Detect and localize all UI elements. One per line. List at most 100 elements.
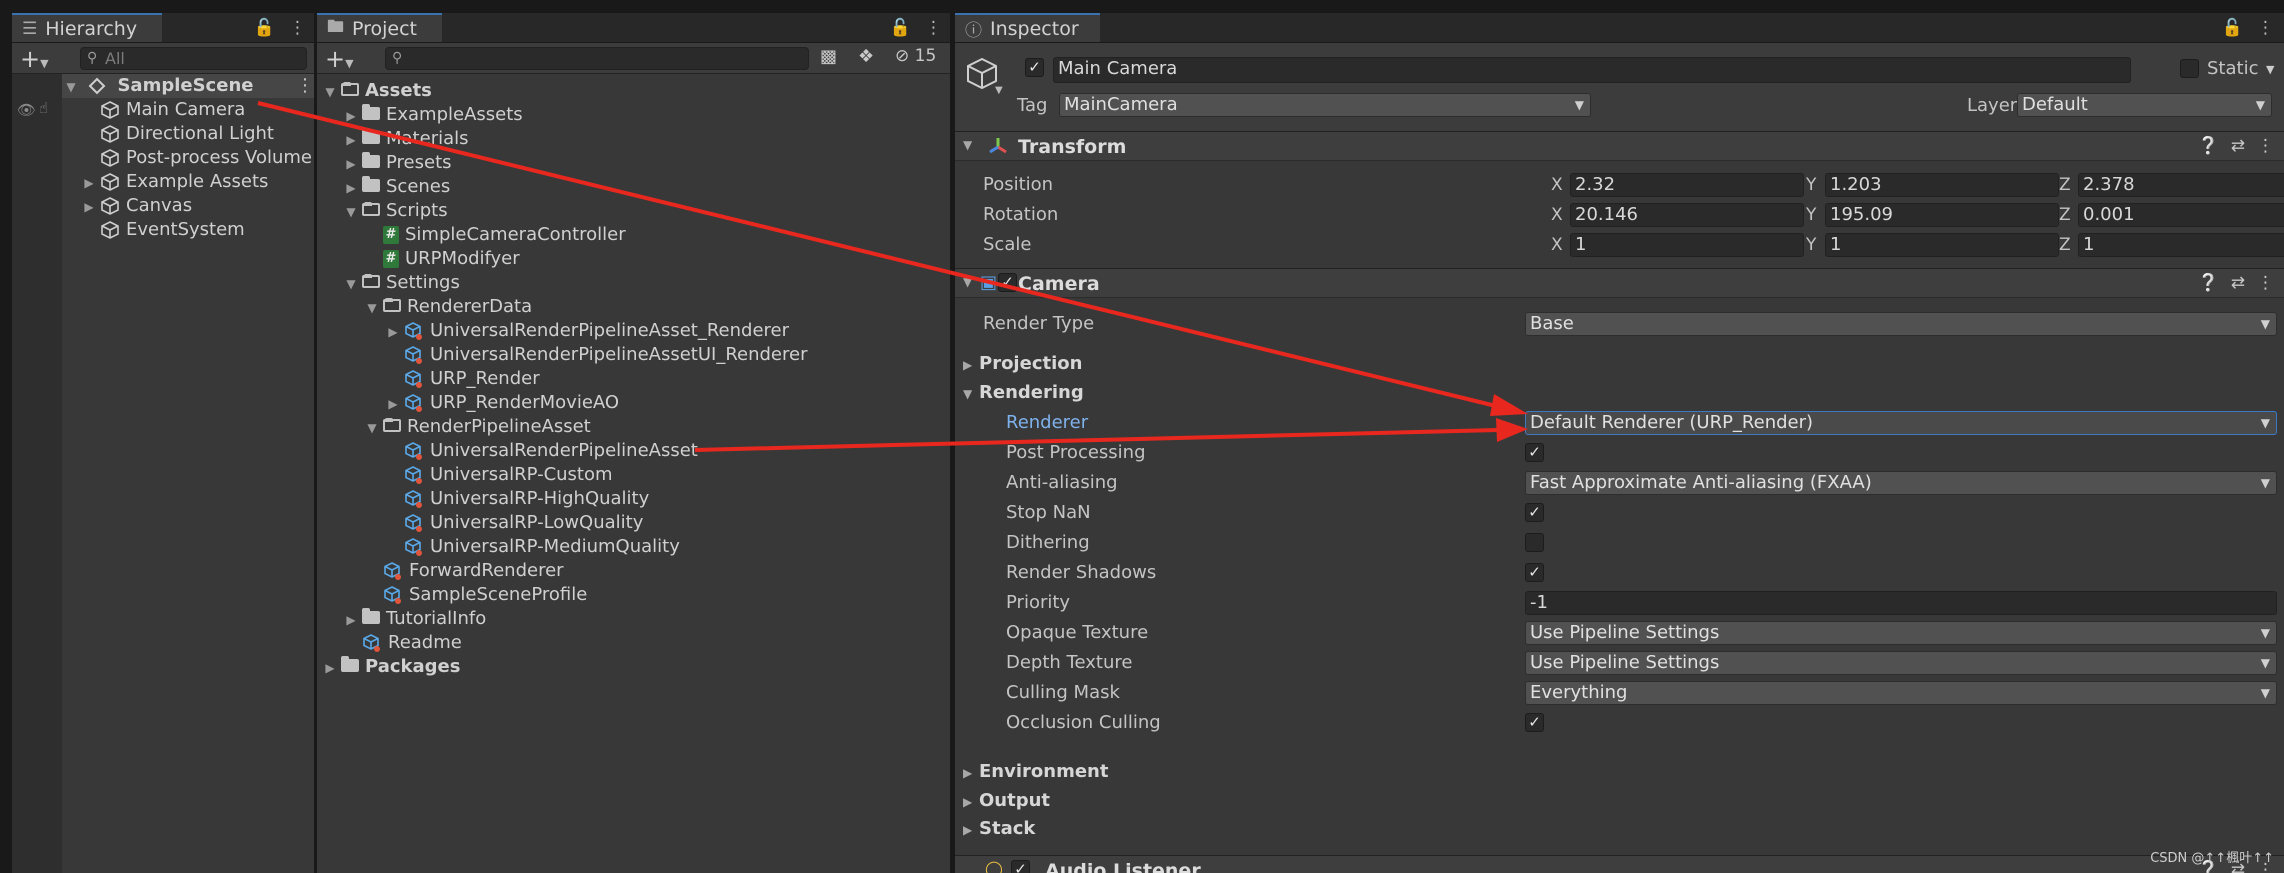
rotation-z-axis-label[interactable]: Z — [2059, 205, 2071, 225]
scale-y-field[interactable]: 1 — [1825, 233, 2059, 257]
project-tree-item[interactable]: UniversalRenderPipelineAssetUI_Renderer — [386, 343, 808, 367]
project-search-input[interactable]: ⚲ — [385, 47, 809, 70]
project-tree-item[interactable]: UniversalRP-LowQuality — [386, 511, 643, 535]
project-tree-item[interactable]: UniversalRP-Custom — [386, 463, 613, 487]
stop-nan-checkbox[interactable]: ✓ — [1525, 503, 1544, 522]
fold-closed-icon[interactable]: ▶ — [344, 176, 358, 200]
project-tree-item[interactable]: ▼ RendererData — [365, 295, 532, 319]
component-menu-icon[interactable]: ⋮ — [2257, 136, 2274, 156]
audio-listener-header[interactable]: ◯ ✓ Audio Listener ❔ ⇄ ⋮ — [955, 855, 2284, 873]
layer-dropdown[interactable]: Default ▼ — [2017, 93, 2272, 117]
search-by-type-icon[interactable]: ▩ — [820, 46, 837, 67]
rotation-z-field[interactable]: 0.001 — [2078, 203, 2284, 227]
gameobject-name-field[interactable]: Main Camera — [1053, 57, 2131, 83]
hierarchy-item[interactable]: Post-process Volume — [82, 146, 312, 170]
fold-closed-icon[interactable]: ▶ — [344, 152, 358, 176]
rotation-y-field[interactable]: 195.09 — [1825, 203, 2059, 227]
project-tree-item[interactable]: ▶ Materials — [344, 127, 469, 151]
visibility-eye-icon[interactable]: 👁 — [17, 101, 36, 119]
project-tree-item[interactable]: # URPModifyer — [365, 247, 520, 271]
position-x-field[interactable]: 2.32 — [1570, 173, 1804, 197]
create-button[interactable]: +▼ — [20, 45, 49, 73]
hierarchy-item[interactable]: EventSystem — [82, 218, 245, 242]
project-tree-item[interactable]: ▶ URP_RenderMovieAO — [386, 391, 619, 415]
scale-x-axis-label[interactable]: X — [1551, 235, 1563, 255]
project-tree-item[interactable]: ▼ Assets — [323, 79, 432, 103]
project-tree-item[interactable]: URP_Render — [386, 367, 540, 391]
render-shadows-checkbox[interactable]: ✓ — [1525, 563, 1544, 582]
position-y-field[interactable]: 1.203 — [1825, 173, 2059, 197]
fold-open-icon[interactable]: ▼ — [344, 200, 358, 224]
fold-closed-icon[interactable]: ▶ — [386, 320, 400, 344]
scale-x-field[interactable]: 1 — [1570, 233, 1804, 257]
position-x-axis-label[interactable]: X — [1551, 175, 1563, 195]
opaque-texture-dropdown[interactable]: Use Pipeline Settings ▼ — [1525, 621, 2277, 645]
fold-open-icon[interactable]: ▼ — [365, 296, 379, 320]
project-tree-item[interactable]: ForwardRenderer — [365, 559, 564, 583]
audio-listener-checkbox[interactable]: ✓ — [1011, 860, 1030, 873]
scale-z-field[interactable]: 1 — [2078, 233, 2284, 257]
project-tree-item[interactable]: ▶ ExampleAssets — [344, 103, 523, 127]
fold-open-icon[interactable]: ▼ — [323, 80, 337, 104]
project-tree-item[interactable]: ▼ Scripts — [344, 199, 447, 224]
camera-enabled-checkbox[interactable]: ✓ — [998, 273, 1017, 292]
fold-closed-icon[interactable]: ▶ — [82, 171, 96, 195]
stack-foldout[interactable]: ▶ Stack — [963, 818, 1035, 839]
kebab-menu-icon[interactable]: ⋮ — [925, 18, 942, 38]
rotation-x-field[interactable]: 20.146 — [1570, 203, 1804, 227]
tab-project[interactable]: 🖿 Project — [317, 13, 442, 42]
project-tree-item[interactable]: SampleSceneProfile — [365, 583, 587, 607]
transform-header[interactable]: ▼ Transform ❔ ⇄ ⋮ — [955, 131, 2284, 161]
project-tree-item[interactable]: UniversalRP-HighQuality — [386, 487, 649, 511]
project-tree-item[interactable]: UniversalRenderPipelineAsset — [386, 439, 698, 463]
project-tree-item[interactable]: # SimpleCameraController — [365, 223, 626, 247]
tab-inspector[interactable]: ⓘ Inspector — [955, 13, 1100, 42]
kebab-menu-icon[interactable]: ⋮ — [289, 18, 306, 38]
fold-closed-icon[interactable]: ▶ — [344, 104, 358, 128]
post-processing-checkbox[interactable]: ✓ — [1525, 443, 1544, 462]
render-type-dropdown[interactable]: Base ▼ — [1525, 312, 2277, 336]
fold-closed-icon[interactable]: ▶ — [386, 392, 400, 416]
renderer-dropdown[interactable]: Default Renderer (URP_Render) ▼ — [1525, 411, 2277, 435]
static-dropdown-caret[interactable]: ▼ — [2266, 63, 2274, 76]
rotation-y-axis-label[interactable]: Y — [1806, 205, 1816, 225]
position-y-axis-label[interactable]: Y — [1806, 175, 1816, 195]
fold-closed-icon[interactable]: ▶ — [344, 608, 358, 632]
tag-dropdown[interactable]: MainCamera ▼ — [1059, 93, 1591, 117]
lock-icon[interactable]: 🔓 — [890, 18, 911, 38]
scale-z-axis-label[interactable]: Z — [2059, 235, 2071, 255]
hierarchy-search-input[interactable]: ⚲ All — [80, 47, 307, 70]
preset-icon[interactable]: ⇄ — [2231, 273, 2245, 293]
output-foldout[interactable]: ▶ Output — [963, 790, 1050, 811]
rotation-x-axis-label[interactable]: X — [1551, 205, 1563, 225]
fold-open-icon[interactable]: ▼ — [365, 416, 379, 440]
project-tree-item[interactable]: ▼ Settings — [344, 271, 459, 296]
depth-texture-dropdown[interactable]: Use Pipeline Settings ▼ — [1525, 651, 2277, 675]
camera-header[interactable]: ▼ ▣ ✓ Camera ❔ ⇄ ⋮ — [955, 268, 2284, 298]
fold-open-icon[interactable]: ▼ — [344, 272, 358, 296]
project-tree-item[interactable]: ▶ TutorialInfo — [344, 607, 486, 631]
occlusion-culling-checkbox[interactable]: ✓ — [1525, 713, 1544, 732]
projection-foldout[interactable]: ▶ Projection — [963, 353, 1082, 374]
preset-icon[interactable]: ⇄ — [2231, 136, 2245, 156]
project-tree-item[interactable]: UniversalRP-MediumQuality — [386, 535, 680, 559]
icon-dropdown-caret[interactable]: ▼ — [995, 85, 1003, 96]
search-by-label-icon[interactable]: ❖ — [858, 46, 874, 67]
position-z-field[interactable]: 2.378 — [2078, 173, 2284, 197]
project-tree-item[interactable]: ▶ Presets — [344, 151, 452, 175]
tab-hierarchy[interactable]: ☰ Hierarchy — [12, 13, 162, 42]
project-tree-item[interactable]: Readme — [344, 631, 462, 655]
component-menu-icon[interactable]: ⋮ — [2257, 273, 2274, 293]
kebab-menu-icon[interactable]: ⋮ — [2257, 18, 2274, 38]
environment-foldout[interactable]: ▶ Environment — [963, 761, 1108, 782]
scale-y-axis-label[interactable]: Y — [1806, 235, 1816, 255]
scene-menu-icon[interactable]: ⋮ — [296, 74, 314, 98]
hierarchy-scene[interactable]: ▼ SampleScene — [64, 74, 253, 98]
rendering-foldout[interactable]: ▼ Rendering — [963, 382, 1084, 403]
help-icon[interactable]: ❔ — [2198, 136, 2219, 156]
dithering-checkbox[interactable] — [1525, 533, 1544, 552]
project-tree-item[interactable]: ▶ Packages — [323, 655, 460, 679]
project-tree-item[interactable]: ▶ Scenes — [344, 175, 450, 199]
hierarchy-item[interactable]: Directional Light — [82, 122, 274, 146]
priority-field[interactable]: -1 — [1525, 591, 2277, 615]
